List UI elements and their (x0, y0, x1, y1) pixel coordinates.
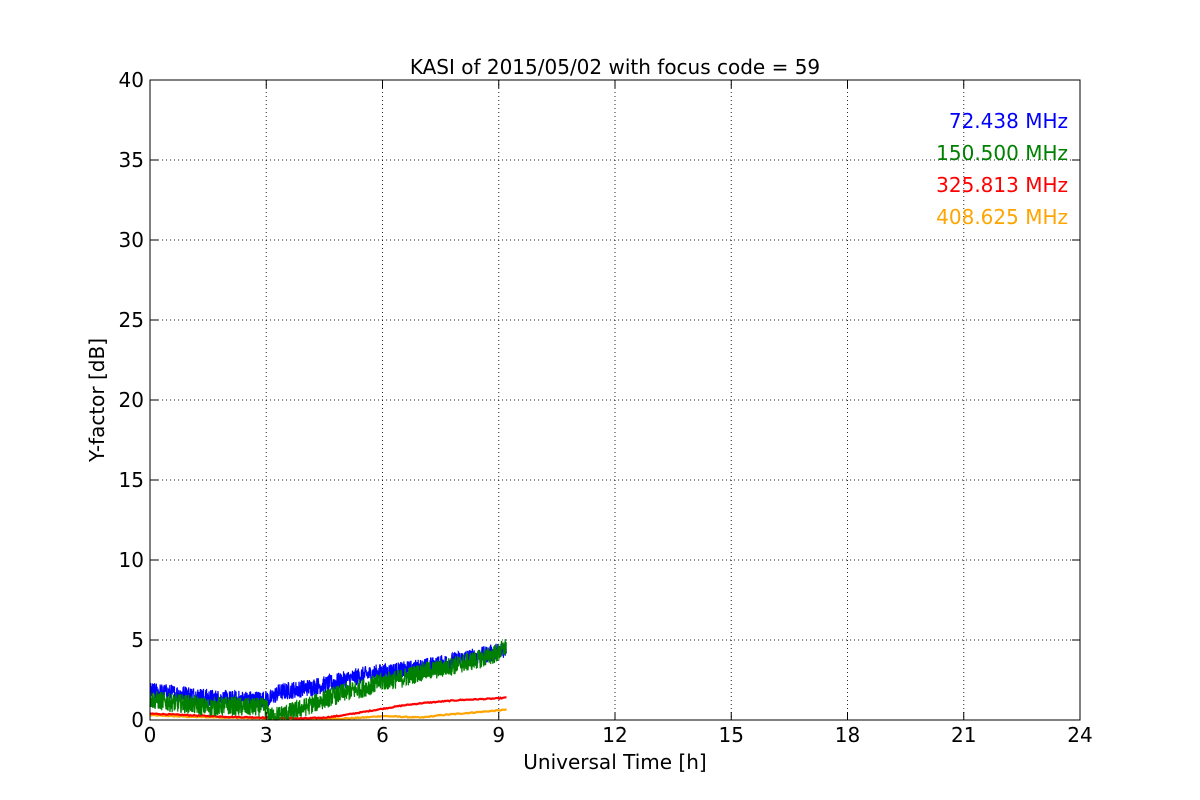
y-tick-label: 5 (131, 628, 144, 652)
x-tick-label: 18 (835, 723, 860, 747)
legend-entry: 325.813 MHz (936, 173, 1068, 197)
y-tick-label: 0 (131, 708, 144, 732)
y-tick-label: 35 (119, 148, 144, 172)
x-tick-label: 12 (602, 723, 627, 747)
x-tick-label: 21 (951, 723, 976, 747)
x-tick-label: 6 (376, 723, 389, 747)
chart: KASI of 2015/05/02 with focus code = 59 … (0, 0, 1200, 800)
legend-entry: 72.438 MHz (949, 109, 1068, 133)
x-axis-title: Universal Time [h] (523, 750, 706, 774)
chart-title: KASI of 2015/05/02 with focus code = 59 (410, 55, 820, 79)
x-tick-label: 0 (144, 723, 157, 747)
y-tick-label: 25 (119, 308, 144, 332)
y-tick-label: 15 (119, 468, 144, 492)
legend-entry: 408.625 MHz (936, 205, 1068, 229)
x-tick-label: 15 (719, 723, 744, 747)
x-tick-label: 9 (492, 723, 505, 747)
x-tick-label: 3 (260, 723, 273, 747)
y-tick-label: 20 (119, 388, 144, 412)
y-tick-label: 40 (119, 68, 144, 92)
y-tick-label: 10 (119, 548, 144, 572)
legend-entry: 150.500 MHz (936, 141, 1068, 165)
y-tick-label: 30 (119, 228, 144, 252)
x-tick-label: 24 (1067, 723, 1092, 747)
y-axis-title: Y-factor [dB] (85, 338, 109, 463)
